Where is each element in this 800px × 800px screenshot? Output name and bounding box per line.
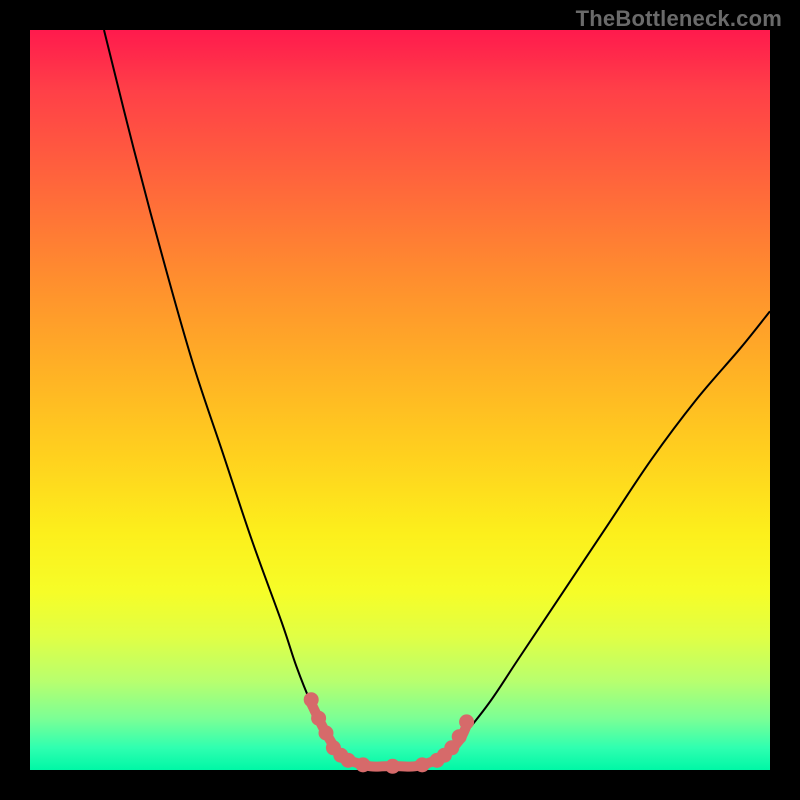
highlighted-region-dots xyxy=(304,692,474,774)
curve-right-branch xyxy=(443,311,770,756)
chart-svg xyxy=(30,30,770,770)
chart-frame: TheBottleneck.com xyxy=(0,0,800,800)
marker-dot xyxy=(304,692,319,707)
plot-area xyxy=(30,30,770,770)
curve-left-branch xyxy=(104,30,444,767)
marker-dot xyxy=(319,726,334,741)
marker-dot xyxy=(459,714,474,729)
marker-dot xyxy=(356,757,371,772)
marker-dot xyxy=(311,711,326,726)
marker-dot xyxy=(341,753,356,768)
marker-dot xyxy=(385,759,400,774)
watermark-text: TheBottleneck.com xyxy=(576,6,782,32)
marker-dot xyxy=(452,729,467,744)
marker-dot xyxy=(415,757,430,772)
